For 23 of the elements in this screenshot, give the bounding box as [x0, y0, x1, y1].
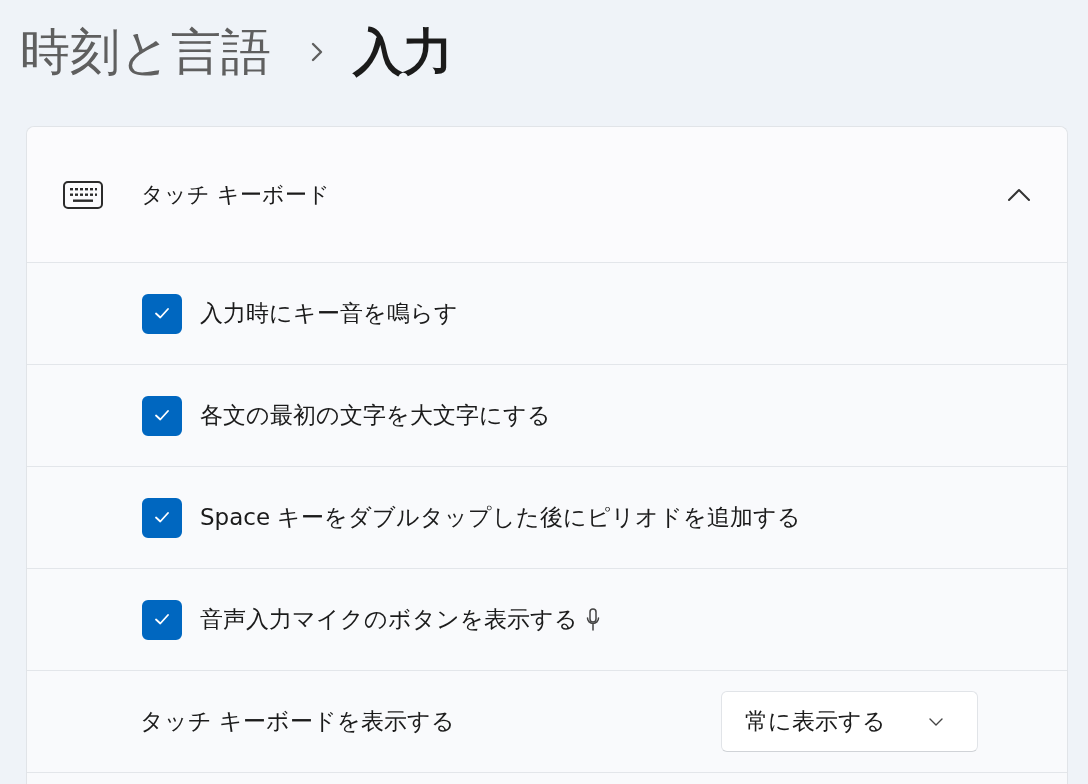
checkbox[interactable]: [142, 395, 182, 436]
checkmark-icon: [155, 308, 169, 319]
checkbox-label: 入力時にキー音を鳴らす: [200, 299, 458, 328]
checkmark-icon: [155, 614, 169, 625]
dropdown[interactable]: 常に表示する: [721, 691, 978, 752]
checkmark-icon: [155, 410, 169, 421]
microphone-icon: [586, 607, 600, 632]
checkbox-label: 各文の最初の文字を大文字にする: [200, 401, 551, 430]
chevron-right-icon: [311, 42, 323, 62]
chevron-down-icon: [929, 717, 943, 726]
checkmark-icon: [155, 512, 169, 523]
page-title: 入力: [353, 22, 453, 83]
chevron-up-icon[interactable]: [1007, 187, 1031, 202]
section-title: タッチ キーボード: [141, 180, 331, 209]
keyboard-icon: [63, 180, 103, 209]
breadcrumb-parent[interactable]: 時刻と言語: [20, 20, 271, 84]
checkbox[interactable]: [142, 599, 182, 640]
checkbox[interactable]: [142, 497, 182, 538]
checkbox-label: 音声入力マイクのボタンを表示する: [200, 605, 578, 634]
checkbox[interactable]: [142, 293, 182, 334]
checkbox-label: Space キーをダブルタップした後にピリオドを追加する: [200, 503, 802, 532]
section-header[interactable]: タッチ キーボード: [27, 127, 1067, 263]
setting-label: タッチ キーボードを表示する: [140, 707, 457, 736]
